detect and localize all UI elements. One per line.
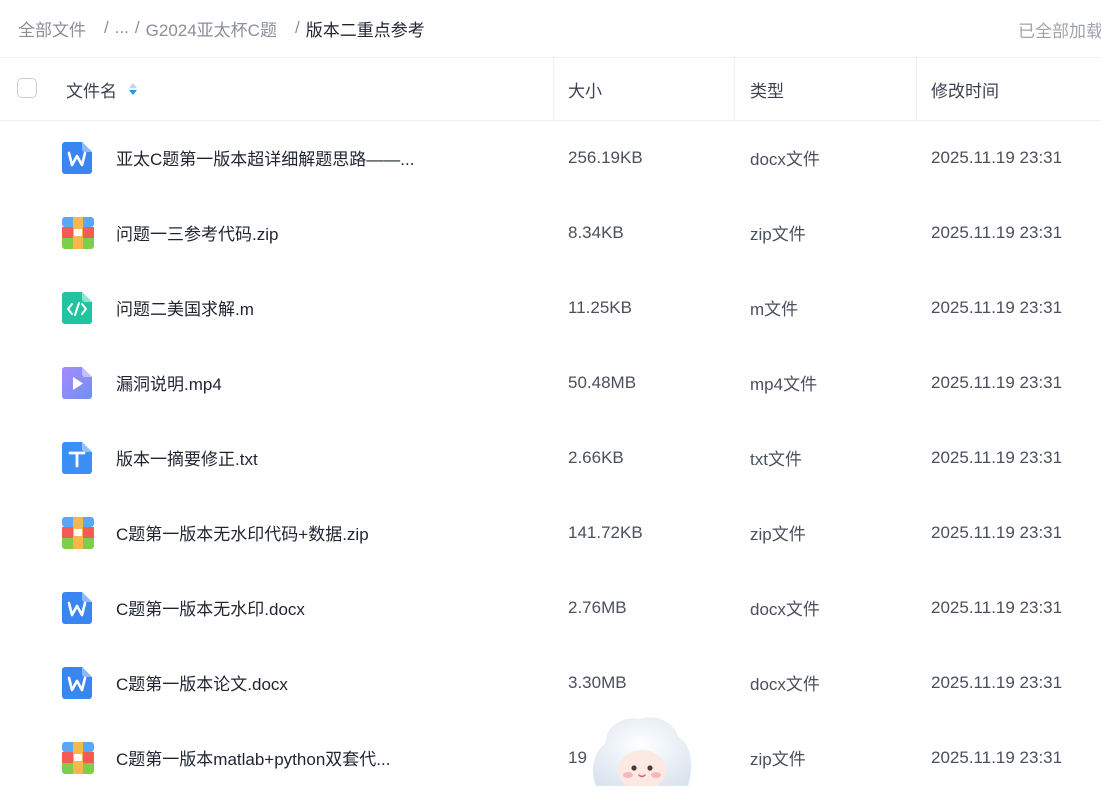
file-modified-time: 2025.11.19 23:31 xyxy=(931,222,1063,242)
code-file-icon xyxy=(62,292,92,324)
file-modified-time: 2025.11.19 23:31 xyxy=(931,297,1063,317)
sort-icon[interactable] xyxy=(129,83,137,95)
table-row[interactable]: C题第一版本论文.docx 3.30MB docx文件 2025.11.19 23:3… xyxy=(0,645,1101,720)
file-name[interactable]: 版本一摘要修正.txt xyxy=(116,420,446,495)
file-size: 141.72KB xyxy=(568,522,643,542)
file-name[interactable]: C题第一版本无水印.docx xyxy=(116,570,446,645)
column-name-label: 文件名 xyxy=(66,81,117,101)
table-row[interactable]: 亚太C题第一版本超详细解题思路——... 256.19KB docx文件 2025.1… xyxy=(0,120,1101,195)
breadcrumb-separator: / xyxy=(294,18,300,37)
file-name[interactable]: 亚太C题第一版本超详细解题思路——... xyxy=(116,120,446,195)
file-type: txt文件 xyxy=(750,450,802,469)
file-size: 256.19KB xyxy=(568,147,643,167)
loaded-status: 已全部加载 xyxy=(1018,22,1101,41)
column-type-label: 类型 xyxy=(750,81,784,101)
table-header: 文件名 大小 类型 修改时间 xyxy=(0,57,1101,121)
file-size: 3.30MB xyxy=(568,672,627,692)
column-modified-label: 修改时间 xyxy=(931,81,999,101)
breadcrumb-parent[interactable]: G2024亚太杯C题 xyxy=(146,16,277,41)
file-modified-time: 2025.11.19 23:31 xyxy=(931,447,1063,467)
zip-archive-icon xyxy=(62,742,94,774)
breadcrumb-ellipsis[interactable]: ... xyxy=(115,18,129,38)
column-modified-header[interactable]: 修改时间 xyxy=(931,58,999,120)
file-type: m文件 xyxy=(750,300,799,319)
breadcrumb-current: 版本二重点参考 xyxy=(305,20,425,40)
column-name-header[interactable]: 文件名 xyxy=(66,58,137,120)
breadcrumb-separator: / xyxy=(134,18,140,37)
file-type: zip文件 xyxy=(750,525,806,544)
zip-archive-icon xyxy=(62,217,94,249)
breadcrumb-root[interactable]: 全部文件 xyxy=(18,16,86,41)
zip-archive-icon xyxy=(62,517,94,549)
file-type: mp4文件 xyxy=(750,375,818,394)
file-size: 8.34KB xyxy=(568,222,624,242)
table-row[interactable]: 版本一摘要修正.txt 2.66KB txt文件 2025.11.19 23:31 xyxy=(0,420,1101,495)
file-type: docx文件 xyxy=(750,150,820,169)
table-row[interactable]: 漏洞说明.mp4 50.48MB mp4文件 2025.11.19 23:31 xyxy=(0,345,1101,420)
file-type: zip文件 xyxy=(750,750,806,769)
table-row[interactable]: C题第一版本matlab+python双套代... 19 zip文件 2025.11.… xyxy=(0,720,1101,795)
file-name[interactable]: C题第一版本无水印代码+数据.zip xyxy=(116,495,446,570)
file-name[interactable]: C题第一版本论文.docx xyxy=(116,645,446,720)
column-size-header[interactable]: 大小 xyxy=(568,58,602,120)
file-modified-time: 2025.11.19 23:31 xyxy=(931,522,1063,542)
breadcrumb-separator: / xyxy=(104,18,109,37)
column-size-label: 大小 xyxy=(568,81,602,101)
text-file-icon xyxy=(62,442,92,474)
file-size: 19 xyxy=(568,747,587,767)
file-name[interactable]: 漏洞说明.mp4 xyxy=(116,345,446,420)
file-modified-time: 2025.11.19 23:31 xyxy=(931,747,1063,767)
file-size: 2.66KB xyxy=(568,447,624,467)
file-modified-time: 2025.11.19 23:31 xyxy=(931,147,1063,167)
file-name[interactable]: 问题一三参考代码.zip xyxy=(116,195,446,270)
file-type: docx文件 xyxy=(750,675,820,694)
file-size: 50.48MB xyxy=(568,372,637,392)
video-file-icon xyxy=(62,367,92,399)
word-doc-icon xyxy=(62,592,92,624)
word-doc-icon xyxy=(62,142,92,174)
file-type: docx文件 xyxy=(750,600,820,619)
file-modified-time: 2025.11.19 23:31 xyxy=(931,372,1063,392)
file-modified-time: 2025.11.19 23:31 xyxy=(931,672,1063,692)
file-size: 2.76MB xyxy=(568,597,627,617)
breadcrumb: 全部文件 / ... / G2024亚太杯C题 / 版本二重点参考 xyxy=(0,0,1101,56)
file-modified-time: 2025.11.19 23:31 xyxy=(931,597,1063,617)
select-all-checkbox[interactable] xyxy=(17,78,37,98)
word-doc-icon xyxy=(62,667,92,699)
file-name[interactable]: C题第一版本matlab+python双套代... xyxy=(116,720,446,795)
file-size: 11.25KB xyxy=(568,297,632,317)
column-type-header[interactable]: 类型 xyxy=(750,58,784,120)
file-type: zip文件 xyxy=(750,225,806,244)
table-row[interactable]: 问题一三参考代码.zip 8.34KB zip文件 2025.11.19 23:31 xyxy=(0,195,1101,270)
file-name[interactable]: 问题二美国求解.m xyxy=(116,270,446,345)
table-row[interactable]: 问题二美国求解.m 11.25KB m文件 2025.11.19 23:31 xyxy=(0,270,1101,345)
table-row[interactable]: C题第一版本无水印.docx 2.76MB docx文件 2025.11.19 23:… xyxy=(0,570,1101,645)
mascot-assistant-icon[interactable] xyxy=(588,714,694,790)
table-row[interactable]: C题第一版本无水印代码+数据.zip 141.72KB zip文件 2025.11.1… xyxy=(0,495,1101,570)
